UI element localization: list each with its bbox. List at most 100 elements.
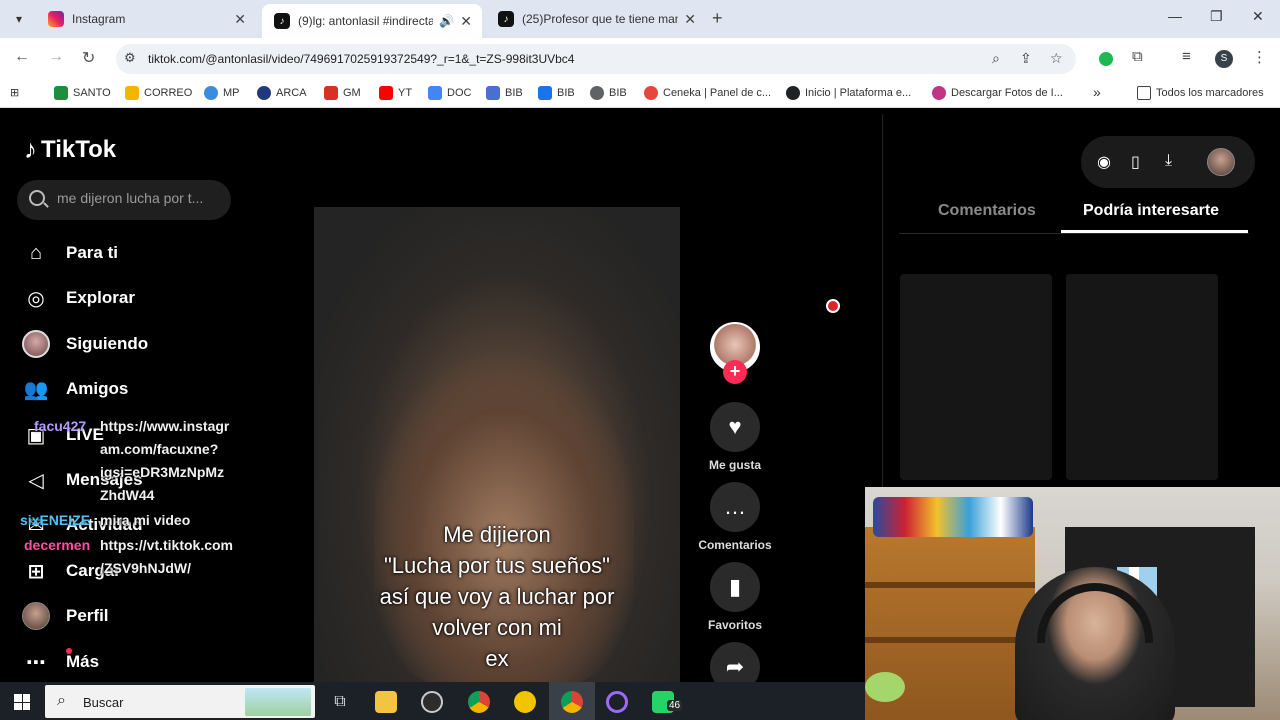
nav-explorar[interactable]: ◎ Explorar — [22, 280, 135, 316]
nav-para-ti[interactable]: ⌂ Para ti — [22, 235, 118, 271]
follow-plus-icon[interactable]: + — [723, 360, 747, 384]
bookmark-mp[interactable]: MP — [204, 86, 240, 100]
bookmark-yt[interactable]: YT — [379, 86, 412, 100]
all-bookmarks-folder[interactable]: Todos los marcadores — [1137, 86, 1264, 100]
tab-comentarios[interactable]: Comentarios — [938, 202, 1036, 220]
bookmark-plataforma[interactable]: Inicio | Plataforma e... — [786, 86, 911, 100]
bookmark-star-icon[interactable]: ☆ — [1050, 50, 1063, 67]
zoom-icon[interactable]: ⌕ — [992, 50, 1000, 67]
bookmark-descargar-fotos[interactable]: Descargar Fotos de I... — [932, 86, 1063, 100]
close-tab-icon[interactable]: ✕ — [234, 11, 246, 28]
home-icon: ⌂ — [29, 241, 43, 264]
media-control-icon[interactable]: ≡ — [1182, 48, 1191, 65]
url-text[interactable]: tiktok.com/@antonlasil/video/74969170259… — [148, 52, 574, 66]
comments-label: Comentarios — [698, 538, 772, 552]
tiktok-icon: ♪ — [274, 13, 290, 29]
bookmark-favicon — [590, 86, 604, 100]
bookmark-santo[interactable]: SANTO — [54, 86, 111, 100]
tab-title: Instagram — [72, 12, 126, 26]
new-tab-icon[interactable]: + — [712, 8, 723, 29]
clock-app-icon[interactable] — [421, 691, 443, 713]
bookmark-favicon — [379, 86, 393, 100]
close-window-icon[interactable]: ✕ — [1252, 8, 1264, 25]
bookmark-favicon — [324, 86, 338, 100]
apps-grid-icon[interactable]: ⊞ — [10, 86, 19, 99]
bookmark-bib-1[interactable]: BIB — [486, 86, 523, 100]
chat-username: facu427 — [34, 418, 87, 434]
task-view-icon[interactable]: ⧉ — [329, 691, 351, 713]
chat-message-line: ZhdW44 — [100, 487, 155, 503]
yellow-app-icon[interactable] — [514, 691, 536, 713]
windows-start-icon[interactable] — [14, 694, 30, 710]
caption-line: Me dijieron — [443, 522, 551, 547]
tiktok-coin-icon[interactable]: ◉ — [1097, 152, 1111, 172]
bookmark-correo[interactable]: CORREO — [125, 86, 192, 100]
tab-instagram[interactable]: Instagram ✕ — [36, 4, 256, 34]
bookmark-label: BIB — [609, 87, 627, 99]
suggested-video-card[interactable] — [900, 274, 1052, 480]
profile-avatar[interactable]: S — [1215, 50, 1233, 68]
like-button[interactable]: ♥ Me gusta — [694, 402, 776, 472]
video-player[interactable]: Me dijieron "Lucha por tus sueños" así q… — [314, 207, 680, 682]
maximize-icon[interactable]: ❐ — [1210, 8, 1223, 25]
minimize-icon[interactable]: — — [1168, 8, 1182, 24]
search-icon — [29, 190, 45, 206]
caption-line: "Lucha por tus sueños" — [384, 553, 610, 578]
bookmark-label: SANTO — [73, 87, 111, 99]
bookmark-label: DOC — [447, 87, 472, 99]
omnibox[interactable]: ⚙ tiktok.com/@antonlasil/video/749691702… — [116, 44, 1076, 74]
extension-green-icon[interactable] — [1099, 52, 1113, 66]
close-tab-icon[interactable]: ✕ — [460, 13, 472, 30]
bookmark-arca[interactable]: ARCA — [257, 86, 307, 100]
close-tab-icon[interactable]: ✕ — [684, 11, 696, 28]
shelf-band — [865, 582, 1035, 588]
search-box[interactable] — [17, 180, 231, 220]
mobile-app-icon[interactable]: ▯ — [1131, 152, 1140, 172]
bookmark-label: MP — [223, 87, 240, 99]
taskbar-search[interactable]: ⌕ Buscar — [45, 685, 315, 718]
nav-mas[interactable]: ⋯ Más — [22, 644, 99, 680]
chrome-active-icon[interactable] — [561, 691, 583, 713]
compass-icon: ◎ — [27, 287, 45, 310]
bookmark-ceneka[interactable]: Ceneka | Panel de c... — [644, 86, 771, 100]
download-icon[interactable]: ⤓ — [1165, 152, 1172, 170]
tiktok-icon: ♪ — [498, 11, 514, 27]
creator-avatar-button[interactable]: + — [694, 322, 776, 384]
favorites-label: Favoritos — [707, 618, 762, 632]
nav-amigos[interactable]: 👥 Amigos — [22, 371, 129, 407]
site-info-icon[interactable]: ⚙ — [124, 50, 136, 66]
chrome-icon[interactable] — [468, 691, 490, 713]
tab-tiktok-active[interactable]: ♪ (9)lg: antonlasil #indirectas 🔊 ✕ — [262, 4, 482, 38]
file-explorer-icon[interactable] — [375, 691, 397, 713]
nav-siguiendo[interactable]: Siguiendo — [22, 326, 148, 362]
chrome-menu-icon[interactable]: ⋮ — [1252, 48, 1267, 66]
tab-search-chevron-icon[interactable]: ▾ — [8, 8, 30, 30]
bookmark-bib-3[interactable]: BIB — [590, 86, 627, 100]
extensions-puzzle-icon[interactable]: ⧉ — [1132, 48, 1143, 65]
tiktok-note-icon: ♪ — [24, 134, 37, 164]
following-avatar-icon — [22, 330, 50, 358]
favorites-button[interactable]: ▮ Favoritos — [694, 562, 776, 632]
back-icon[interactable]: ← — [14, 48, 30, 66]
tab-podria-interesarte[interactable]: Podría interesarte — [1083, 202, 1219, 220]
video-caption: Me dijieron "Lucha por tus sueños" así q… — [314, 519, 680, 674]
folder-icon — [1137, 86, 1151, 100]
install-app-icon[interactable]: ⇪ — [1020, 50, 1032, 67]
more-icon: ⋯ — [26, 651, 46, 674]
suggested-video-card[interactable] — [1066, 274, 1218, 480]
more-bookmarks-icon[interactable]: » — [1093, 84, 1101, 100]
reload-icon[interactable]: ↻ — [82, 48, 95, 68]
search-input[interactable] — [57, 190, 222, 206]
bookmark-doc[interactable]: DOC — [428, 86, 471, 100]
tiktok-logo[interactable]: ♪ TikTok — [24, 134, 116, 165]
user-avatar[interactable] — [1207, 148, 1235, 176]
purple-app-icon[interactable] — [606, 691, 628, 713]
speaker-icon[interactable]: 🔊 — [439, 14, 454, 28]
nav-label: Siguiendo — [66, 334, 149, 353]
bookmark-gm[interactable]: GM — [324, 86, 361, 100]
bookmark-bib-2[interactable]: BIB — [538, 86, 575, 100]
comments-button[interactable]: … Comentarios — [694, 482, 776, 552]
tab-tiktok-profesor[interactable]: ♪ (25)Profesor que te tiene mani ✕ — [486, 4, 706, 34]
nav-perfil[interactable]: Perfil — [22, 598, 109, 634]
forward-icon[interactable]: → — [48, 48, 64, 66]
